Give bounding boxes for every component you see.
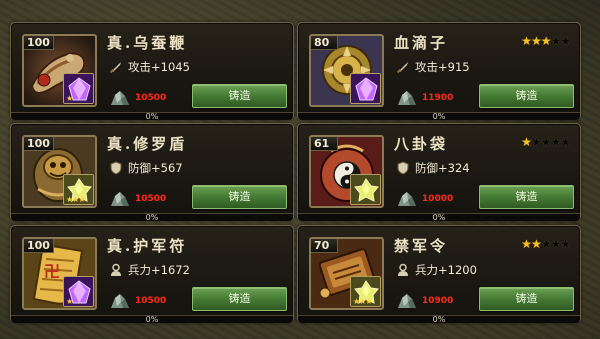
star-empty-icon: ★	[550, 237, 561, 251]
star-filled-icon: ★	[521, 34, 532, 48]
attribute-stat: 攻击+915	[415, 60, 470, 74]
star-empty-icon: ★	[540, 135, 552, 149]
purple-gem-icon: ★	[63, 276, 94, 307]
equipment-thumbnail[interactable]: 100 ★★★	[22, 135, 97, 208]
equipment-name: 真.护军符	[107, 237, 188, 255]
forge-panel: 100 ★ 真.乌蚕鞭 攻击+1045 10500 铸造 0% 80 血滴子 ★…	[0, 0, 600, 339]
progress-label: 0%	[145, 315, 159, 324]
equipment-name: 血滴子	[394, 34, 449, 52]
attribute-stat: 兵力+1672	[128, 263, 190, 277]
star-empty-icon: ★	[560, 237, 571, 251]
attribute-stat: 防御+567	[128, 161, 183, 175]
forge-progress-bar: 0%	[11, 213, 293, 222]
progress-label: 0%	[432, 213, 446, 222]
star-filled-icon: ★	[521, 237, 532, 251]
sword-icon	[109, 62, 121, 74]
equipment-card: 61 八卦袋 ★★★★★ 防御+324 10000 铸造 0%	[297, 123, 581, 222]
equipment-name: 真.乌蚕鞭	[107, 34, 188, 52]
level-badge: 61	[311, 137, 338, 151]
forge-cost: 10500	[135, 296, 167, 306]
level-badge: 70	[311, 239, 338, 253]
equipment-card: 70 ★★★ 禁军令 ★★★★★ 兵力+1200 10900 铸造 0%	[297, 225, 581, 324]
attribute-stat: 防御+324	[415, 161, 470, 175]
star-filled-icon: ★	[530, 34, 542, 48]
yellow-gem-icon: ★★★	[63, 174, 94, 205]
gem-star-rating: ★★★	[353, 297, 372, 306]
forge-button[interactable]: 铸造	[192, 185, 287, 209]
level-badge: 100	[24, 239, 54, 253]
equipment-card: 100 ★ 真.乌蚕鞭 攻击+1045 10500 铸造 0%	[10, 22, 294, 121]
star-empty-icon: ★	[550, 135, 561, 149]
star-empty-icon: ★	[550, 34, 561, 48]
forge-progress-bar: 0%	[298, 112, 580, 121]
shield-icon	[110, 161, 122, 175]
forge-button[interactable]: 铸造	[479, 84, 574, 108]
level-badge: 80	[311, 36, 338, 50]
equipment-card: 卍 100 ★ 真.护军符 兵力+1672 10500 铸造 0%	[10, 225, 294, 324]
forge-cost: 10500	[135, 194, 167, 204]
star-empty-icon: ★	[530, 135, 542, 149]
ore-icon	[111, 294, 129, 308]
forge-progress-bar: 0%	[11, 112, 293, 121]
ore-icon	[398, 294, 416, 308]
star-rating: ★★★★★	[521, 34, 571, 48]
sword-icon	[396, 62, 408, 74]
level-badge: 100	[24, 36, 54, 50]
forge-button[interactable]: 铸造	[192, 287, 287, 311]
purple-gem-icon	[350, 73, 381, 104]
soldier-icon	[111, 263, 121, 276]
equipment-card: 100 ★★★ 真.修罗盾 防御+567 10500 铸造 0%	[10, 123, 294, 222]
forge-progress-bar: 0%	[298, 213, 580, 222]
equipment-name: 真.修罗盾	[107, 135, 188, 153]
progress-label: 0%	[432, 315, 446, 324]
svg-text:卍: 卍	[44, 262, 60, 281]
forge-cost: 10500	[135, 93, 167, 103]
ore-icon	[398, 91, 416, 105]
star-filled-icon: ★	[530, 237, 542, 251]
star-rating: ★★★★★	[521, 135, 571, 149]
gem-star-rating: ★	[66, 94, 73, 103]
progress-label: 0%	[432, 112, 446, 121]
yellow-gem-icon: ★★★	[350, 276, 381, 307]
equipment-thumbnail[interactable]: 80	[309, 34, 384, 107]
progress-label: 0%	[145, 213, 159, 222]
ore-icon	[398, 192, 416, 206]
equipment-name: 禁军令	[394, 237, 449, 255]
equipment-thumbnail[interactable]: 卍 100 ★	[22, 237, 97, 310]
forge-button[interactable]: 铸造	[192, 84, 287, 108]
progress-label: 0%	[145, 112, 159, 121]
equipment-thumbnail[interactable]: 70 ★★★	[309, 237, 384, 310]
equipment-thumbnail[interactable]: 100 ★	[22, 34, 97, 107]
forge-cost: 10000	[422, 194, 454, 204]
star-empty-icon: ★	[560, 135, 571, 149]
gem-star-rating: ★★★	[66, 195, 85, 204]
forge-progress-bar: 0%	[298, 315, 580, 324]
forge-cost: 10900	[422, 296, 454, 306]
star-rating: ★★★★★	[521, 237, 571, 251]
ore-icon	[111, 192, 129, 206]
equipment-thumbnail[interactable]: 61	[309, 135, 384, 208]
attribute-stat: 攻击+1045	[128, 60, 190, 74]
yellow-gem-icon	[350, 174, 381, 205]
level-badge: 100	[24, 137, 54, 151]
shield-icon	[397, 161, 409, 175]
star-empty-icon: ★	[540, 237, 552, 251]
purple-gem-icon: ★	[63, 73, 94, 104]
forge-cost: 11900	[422, 93, 454, 103]
equipment-card: 80 血滴子 ★★★★★ 攻击+915 11900 铸造 0%	[297, 22, 581, 121]
gem-star-rating: ★	[66, 297, 73, 306]
star-filled-icon: ★	[521, 135, 532, 149]
star-empty-icon: ★	[560, 34, 571, 48]
forge-progress-bar: 0%	[11, 315, 293, 324]
forge-button[interactable]: 铸造	[479, 185, 574, 209]
ore-icon	[111, 91, 129, 105]
forge-button[interactable]: 铸造	[479, 287, 574, 311]
soldier-icon	[398, 263, 408, 276]
star-filled-icon: ★	[540, 34, 552, 48]
equipment-name: 八卦袋	[394, 135, 449, 153]
attribute-stat: 兵力+1200	[415, 263, 477, 277]
